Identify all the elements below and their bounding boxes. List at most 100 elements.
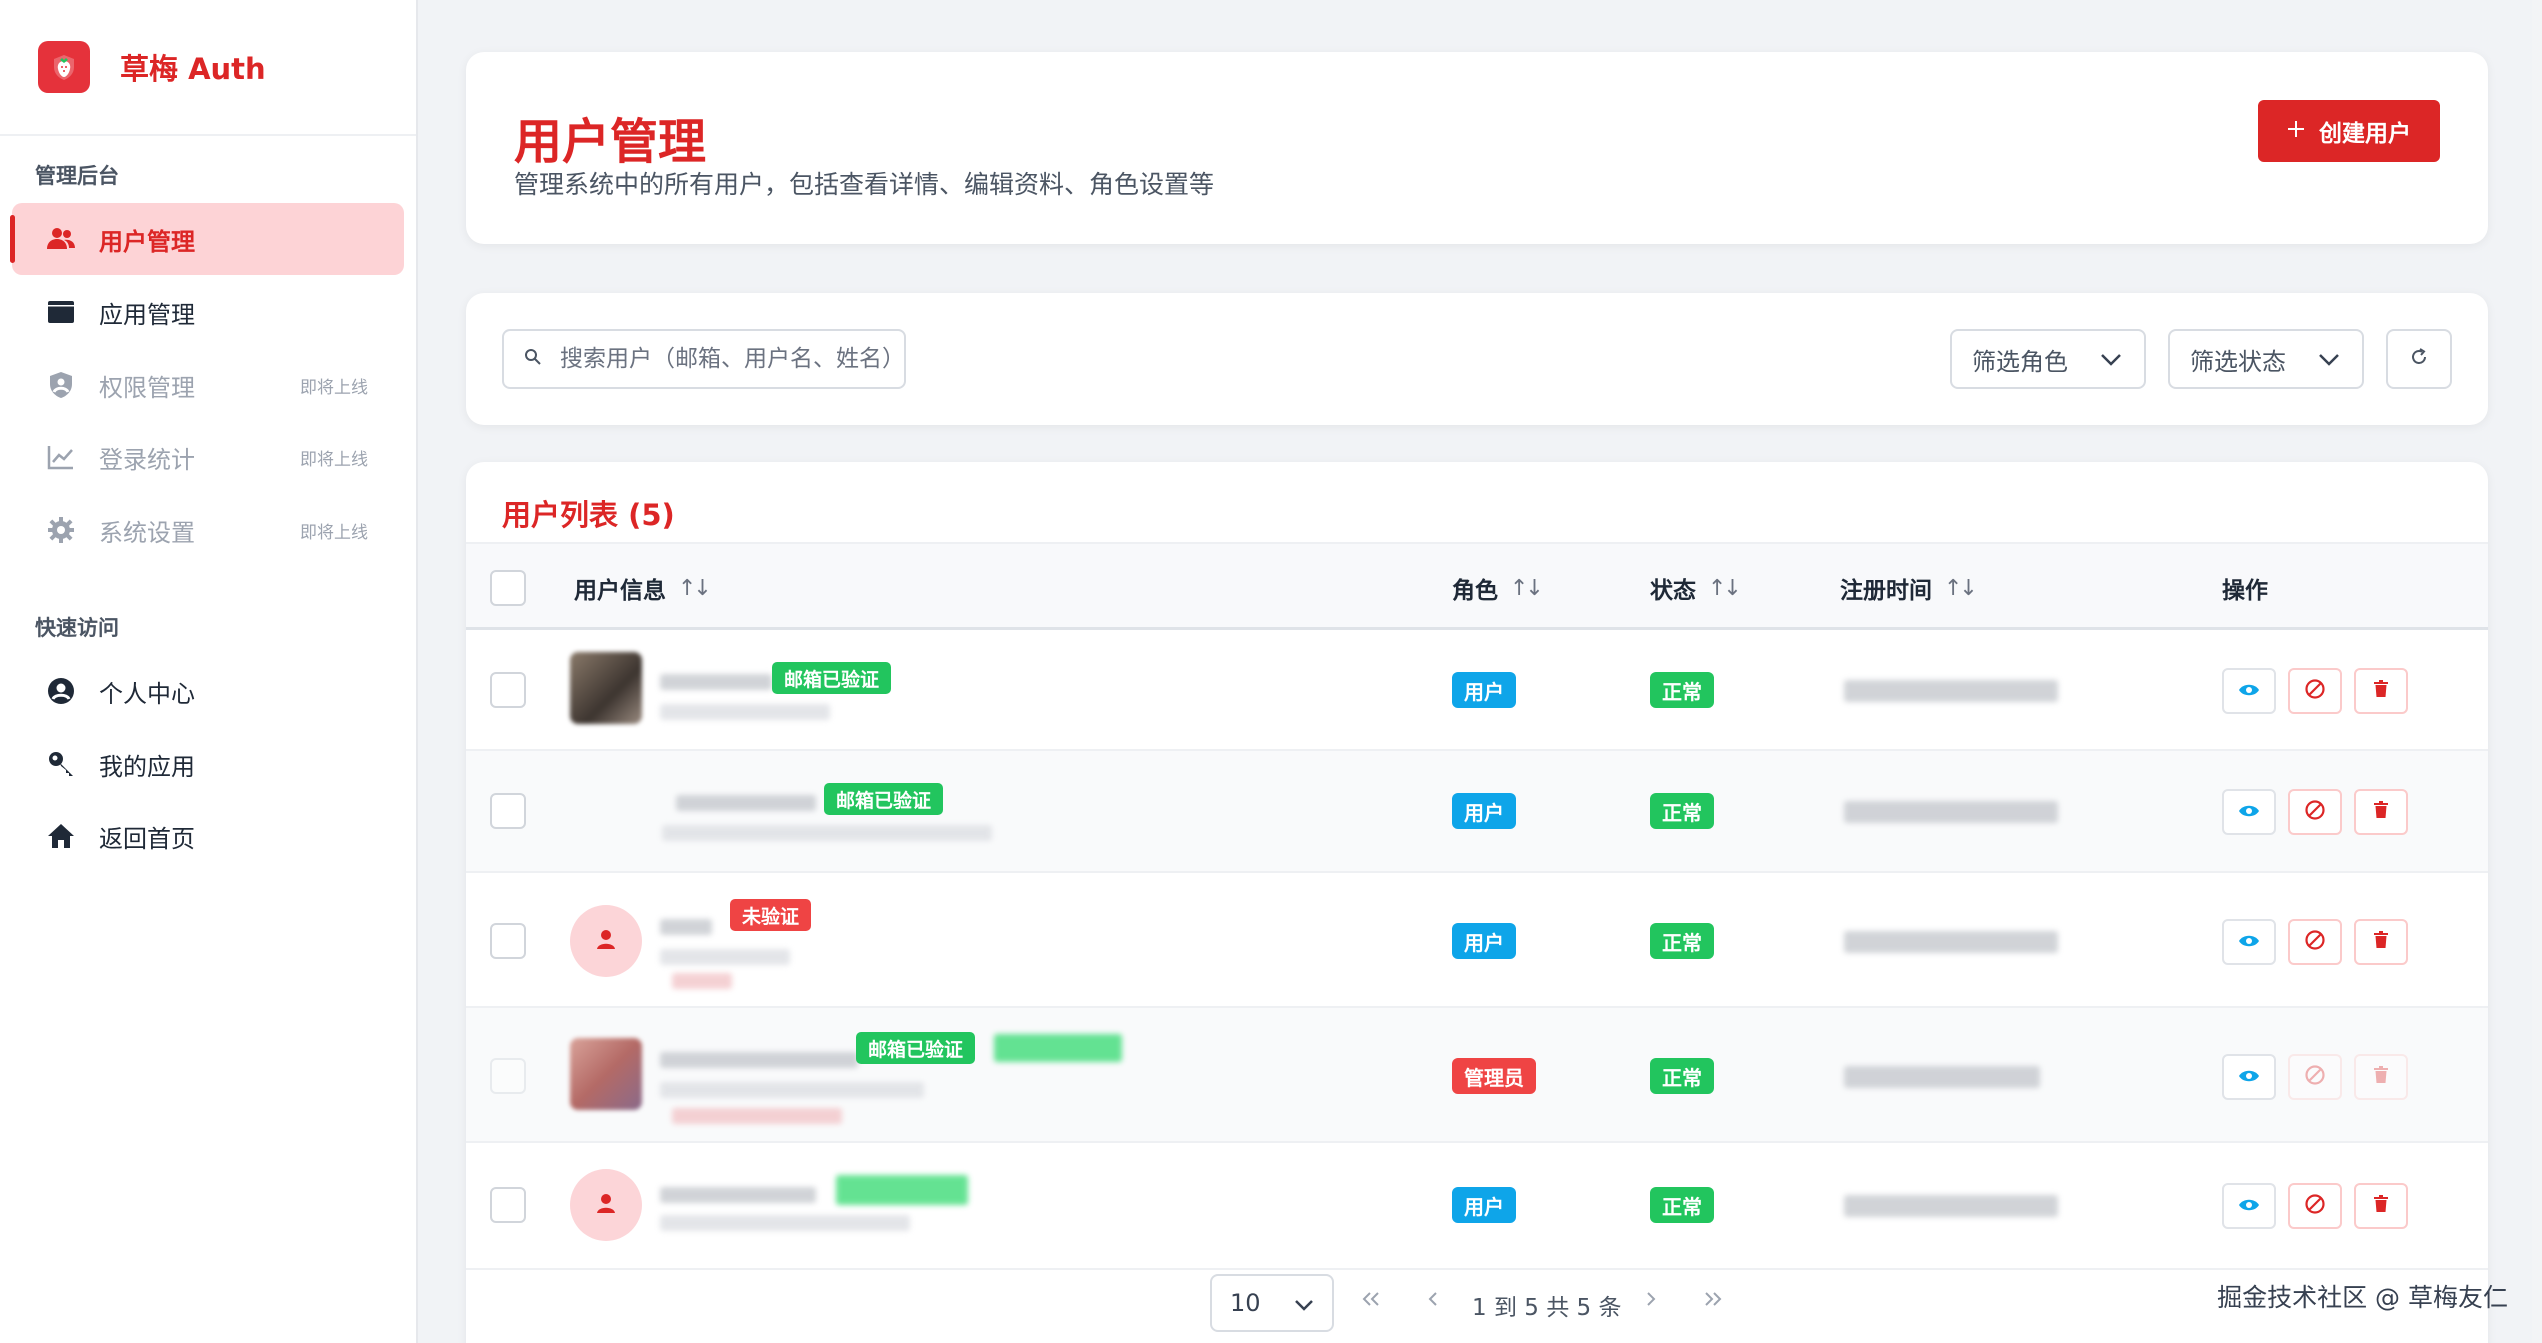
sidebar-item-label: 应用管理 — [99, 300, 195, 329]
last-page-button[interactable] — [1702, 1286, 1724, 1314]
sidebar-item-label: 权限管理 — [99, 373, 195, 402]
row-checkbox[interactable] — [490, 1187, 526, 1223]
extra-redacted — [672, 1108, 842, 1124]
avatar — [570, 652, 642, 724]
role-tag: 用户 — [1452, 793, 1516, 829]
column-registered-at[interactable]: 注册时间 ↑↓ — [1840, 544, 1978, 632]
sidebar-item-label: 我的应用 — [99, 752, 195, 781]
delete-button[interactable] — [2354, 789, 2408, 835]
disable-button[interactable] — [2288, 919, 2342, 965]
eye-icon — [2238, 1197, 2260, 1216]
brand-name: 草梅 Auth — [120, 52, 266, 86]
trash-icon — [2373, 680, 2389, 702]
first-page-button[interactable] — [1360, 1286, 1382, 1314]
role-filter-select[interactable]: 筛选角色 — [1950, 329, 2146, 389]
column-user-info[interactable]: 用户信息 ↑↓ — [574, 544, 712, 632]
role-tag: 管理员 — [1452, 1058, 1536, 1094]
brand[interactable]: 草梅 Auth — [0, 0, 416, 136]
table-row[interactable]: 用户 正常 — [466, 1143, 2488, 1270]
email-redacted — [662, 825, 992, 841]
column-actions: 操作 — [2222, 578, 2268, 604]
table-row[interactable]: 邮箱已验证 管理员 正常 — [466, 1008, 2488, 1143]
page-size-select[interactable]: 10 — [1210, 1274, 1334, 1332]
chart-line-icon — [45, 441, 77, 473]
email-verified-badge: 邮箱已验证 — [824, 783, 944, 815]
sidebar-item-home[interactable]: 返回首页 — [12, 800, 404, 872]
view-button[interactable] — [2222, 668, 2276, 714]
table-row[interactable]: 未验证 用户 正常 — [466, 873, 2488, 1008]
next-page-button[interactable] — [1644, 1286, 1658, 1314]
view-button[interactable] — [2222, 1054, 2276, 1100]
ban-icon — [2304, 799, 2326, 825]
sort-icon: ↑↓ — [1510, 575, 1544, 601]
column-role[interactable]: 角色 ↑↓ — [1452, 544, 1544, 632]
page-size-value: 10 — [1230, 1289, 1261, 1317]
page-header-card: 用户管理 管理系统中的所有用户，包括查看详情、编辑资料、角色设置等 创建用户 — [466, 52, 2488, 244]
email-redacted — [660, 1215, 910, 1231]
username-redacted — [660, 674, 772, 690]
sidebar-item-label: 个人中心 — [99, 679, 195, 708]
search-input[interactable] — [560, 346, 890, 372]
prev-page-button[interactable] — [1426, 1286, 1440, 1314]
trash-icon — [2373, 1195, 2389, 1217]
ban-icon — [2304, 929, 2326, 955]
trash-icon — [2373, 801, 2389, 823]
search-field[interactable] — [502, 329, 906, 389]
row-checkbox[interactable] — [490, 672, 526, 708]
refresh-icon — [2409, 347, 2429, 371]
coming-soon-badge: 即将上线 — [300, 449, 368, 470]
user-icon — [594, 1191, 618, 1219]
email-redacted — [660, 1082, 924, 1098]
row-checkbox[interactable] — [490, 923, 526, 959]
select-all-checkbox[interactable] — [490, 570, 526, 606]
table-row[interactable]: 邮箱已验证 用户 正常 — [466, 630, 2488, 751]
sidebar-item-login-stats: 登录统计 即将上线 — [12, 421, 404, 493]
extra-redacted — [672, 973, 732, 989]
window-icon — [45, 296, 77, 328]
user-icon — [594, 927, 618, 955]
view-button[interactable] — [2222, 789, 2276, 835]
trash-icon — [2373, 931, 2389, 953]
disable-button[interactable] — [2288, 789, 2342, 835]
home-icon — [45, 820, 77, 852]
sidebar-item-apps[interactable]: 应用管理 — [12, 276, 404, 348]
status-filter-select[interactable]: 筛选状态 — [2168, 329, 2364, 389]
delete-button[interactable] — [2354, 1183, 2408, 1229]
table-row[interactable]: 邮箱已验证 用户 正常 — [466, 751, 2488, 873]
disable-button[interactable] — [2288, 668, 2342, 714]
view-button[interactable] — [2222, 919, 2276, 965]
sidebar-item-users[interactable]: 用户管理 — [10, 203, 404, 275]
sidebar: 草梅 Auth 管理后台 用户管理 应用管理 权限管理 即将上线 登录统计 即将… — [0, 0, 418, 1343]
column-status[interactable]: 状态 ↑↓ — [1650, 544, 1742, 632]
refresh-button[interactable] — [2386, 329, 2452, 389]
sidebar-item-label: 系统设置 — [99, 518, 195, 547]
username-redacted — [660, 1187, 816, 1203]
sort-icon: ↑↓ — [1944, 575, 1978, 601]
row-checkbox[interactable] — [490, 793, 526, 829]
avatar — [570, 1169, 642, 1241]
gear-icon — [45, 514, 77, 546]
eye-icon — [2238, 803, 2260, 822]
ban-icon — [2304, 678, 2326, 704]
delete-button[interactable] — [2354, 668, 2408, 714]
table-header: 用户信息 ↑↓ 角色 ↑↓ 状态 ↑↓ 注册时间 ↑↓ 操作 — [466, 542, 2488, 630]
section-label-admin: 管理后台 — [35, 164, 119, 188]
registered-at-redacted — [1844, 801, 2058, 823]
create-user-button[interactable]: 创建用户 — [2258, 100, 2440, 162]
disable-button[interactable] — [2288, 1183, 2342, 1229]
role-tag: 用户 — [1452, 923, 1516, 959]
shield-icon — [45, 369, 77, 401]
sort-icon: ↑↓ — [1708, 575, 1742, 601]
email-unverified-badge: 未验证 — [730, 899, 812, 931]
delete-button[interactable] — [2354, 919, 2408, 965]
sidebar-item-profile[interactable]: 个人中心 — [12, 655, 404, 727]
scrollbar[interactable] — [2532, 0, 2542, 1343]
username-redacted — [660, 1052, 858, 1068]
user-table-card: 用户列表 (5) 用户信息 ↑↓ 角色 ↑↓ 状态 ↑↓ 注册时间 ↑↓ 操作 邮箱已验… — [466, 462, 2488, 1343]
view-button[interactable] — [2222, 1183, 2276, 1229]
sidebar-item-my-apps[interactable]: 我的应用 — [12, 728, 404, 800]
double-chevron-left-icon — [1362, 1292, 1379, 1306]
avatar — [570, 1038, 642, 1110]
email-redacted — [660, 949, 790, 965]
role-tag: 用户 — [1452, 672, 1516, 708]
